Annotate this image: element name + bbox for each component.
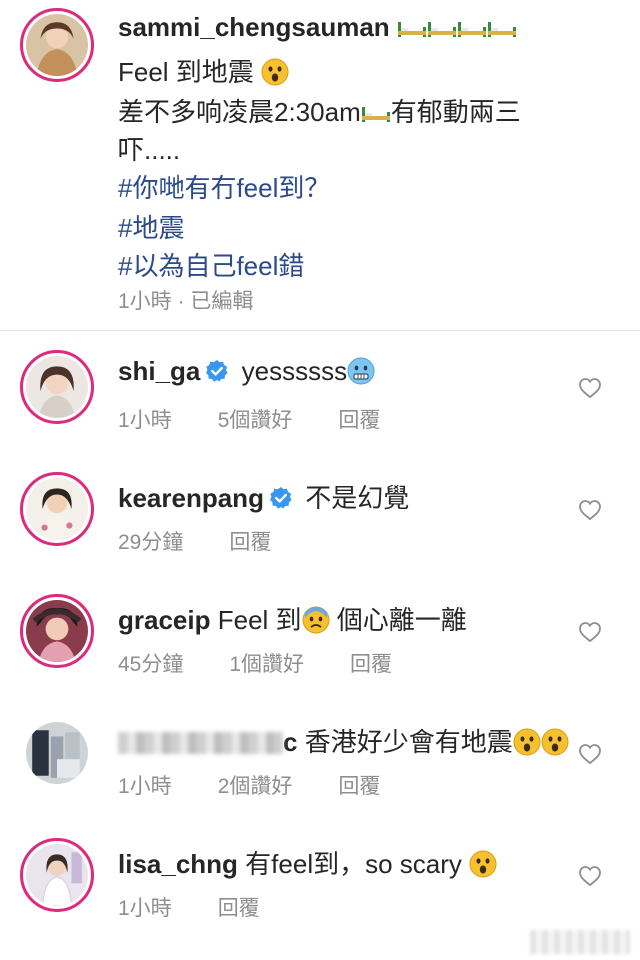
- commenter-username[interactable]: graceip: [118, 605, 211, 635]
- heart-icon[interactable]: [578, 376, 602, 400]
- comment-likes-link[interactable]: 1個讚好: [229, 653, 304, 676]
- verified-icon: [200, 356, 234, 386]
- caption-line-1: Feel 到地震: [118, 52, 289, 89]
- surprised-face-icon: [513, 727, 541, 757]
- reply-button[interactable]: 回覆: [338, 409, 380, 432]
- comment-text: 不是幻覺: [305, 483, 410, 513]
- reply-button[interactable]: 回覆: [350, 653, 392, 676]
- verified-icon: [264, 483, 298, 513]
- surprised-face-icon: [541, 727, 569, 757]
- comment-likes-link[interactable]: 5個讚好: [218, 409, 293, 432]
- heart-icon[interactable]: [578, 742, 602, 766]
- heart-icon[interactable]: [578, 864, 602, 888]
- comment-body: graceip Feel 到 個心離一離: [118, 600, 467, 637]
- comment-body: shi_ga yessssss: [118, 356, 375, 387]
- reply-button[interactable]: 回覆: [338, 775, 380, 798]
- commenter-username[interactable]: c: [118, 727, 297, 757]
- surprised-face-icon: [469, 849, 497, 879]
- watermark: [530, 930, 630, 954]
- anxious-face-icon: [302, 605, 330, 635]
- comment-body: c 香港好少會有地震: [118, 722, 569, 759]
- commenter-avatar[interactable]: [20, 838, 94, 912]
- comment-text: 香港好少會有地震: [304, 727, 513, 757]
- commenter-username[interactable]: kearenpang: [118, 483, 264, 513]
- commenter-username[interactable]: shi_ga: [118, 356, 200, 386]
- comment-text: 個心離一離: [329, 605, 467, 635]
- bed-icon: [361, 97, 391, 127]
- comment-time: 29分鐘: [118, 531, 184, 554]
- comment-body: kearenpang 不是幻覺: [118, 478, 409, 515]
- commenter-username[interactable]: lisa_chng: [118, 849, 238, 879]
- bed-icon: [457, 12, 487, 42]
- comment-meta: 1小時 5個讚好 回覆: [118, 404, 426, 434]
- caption-line-2: 差不多响凌晨2:30am 有郁動兩三: [118, 97, 521, 127]
- bed-icon: [397, 12, 427, 42]
- heart-icon[interactable]: [578, 620, 602, 644]
- surprised-face-icon: [261, 57, 289, 87]
- reply-button[interactable]: 回覆: [218, 897, 260, 920]
- heart-icon[interactable]: [578, 498, 602, 522]
- bed-icon: [487, 12, 517, 42]
- comment-meta: 1小時 回覆: [118, 892, 306, 922]
- post-meta: 1小時 · 已編輯: [118, 290, 254, 313]
- commenter-avatar[interactable]: [20, 472, 94, 546]
- post-author-avatar[interactable]: [20, 8, 94, 82]
- commenter-avatar[interactable]: [20, 350, 94, 424]
- bed-icon: [427, 12, 457, 42]
- comment-time: 45分鐘: [118, 653, 184, 676]
- post-author-username[interactable]: sammi_chengsauman: [118, 12, 517, 43]
- comment-time: 1小時: [118, 775, 172, 798]
- commenter-avatar[interactable]: [20, 716, 94, 790]
- commenter-avatar[interactable]: [20, 594, 94, 668]
- hashtag-link[interactable]: #以為自己feel錯: [118, 246, 304, 283]
- cold-face-icon: [347, 356, 375, 386]
- comment-meta: 45分鐘 1個讚好 回覆: [118, 648, 438, 678]
- hashtag-link[interactable]: #你哋有冇feel到？: [118, 168, 330, 205]
- reply-button[interactable]: 回覆: [229, 531, 271, 554]
- divider: [0, 330, 640, 331]
- post-caption: sammi_chengsauman Feel 到地震 差不多响凌晨2:30am 有…: [0, 0, 640, 330]
- comment-time: 1小時: [118, 897, 172, 920]
- blurred-username: [118, 732, 283, 754]
- comment-body: lisa_chng 有feel到，so scary: [118, 844, 497, 881]
- comment-likes-link[interactable]: 2個讚好: [218, 775, 293, 798]
- hashtag-link[interactable]: #地震: [118, 208, 184, 245]
- comment-text: Feel 到: [217, 605, 302, 635]
- comment-meta: 1小時 2個讚好 回覆: [118, 770, 426, 800]
- comment-time: 1小時: [118, 409, 172, 432]
- caption-line-3: 吓.....: [118, 135, 181, 165]
- comment-text: yessssss: [241, 356, 348, 386]
- comment-text: 有feel到，so scary: [245, 849, 462, 879]
- comment-meta: 29分鐘 回覆: [118, 526, 317, 556]
